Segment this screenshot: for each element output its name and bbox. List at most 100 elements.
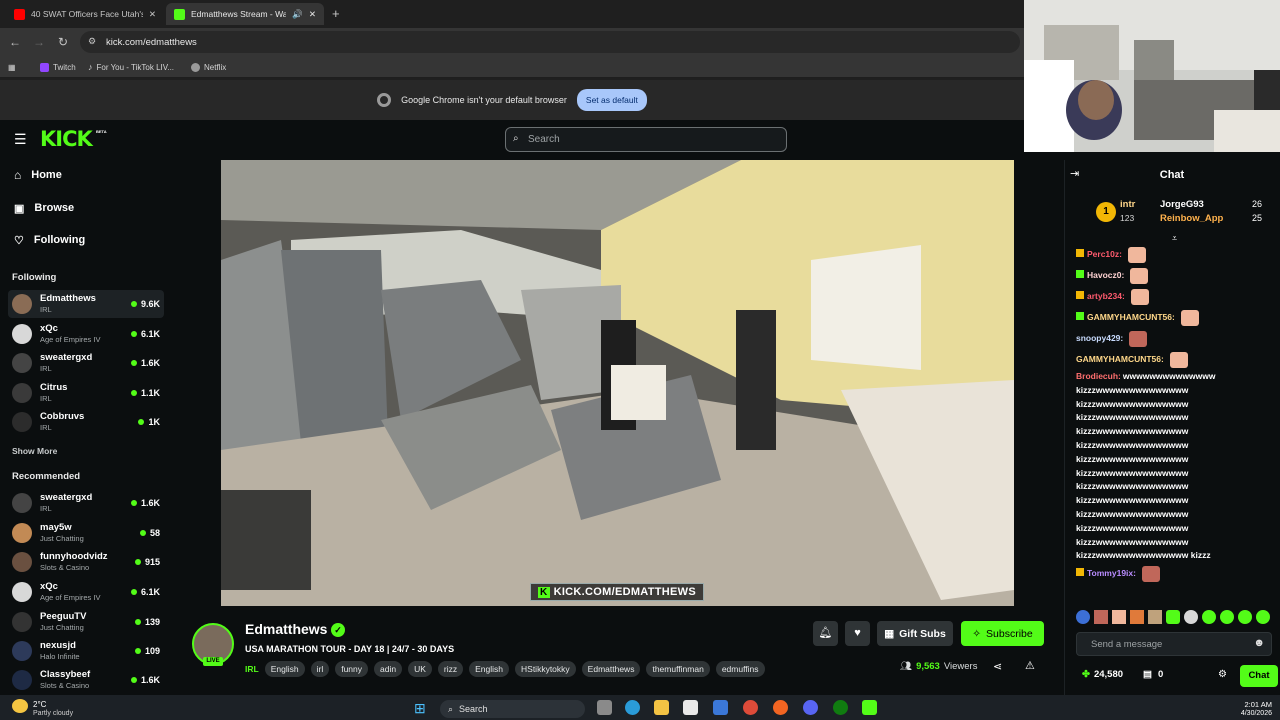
mail-icon[interactable] [713,700,728,715]
clock-date[interactable]: 4/30/2026 [1232,710,1272,717]
emoji-picker-icon[interactable]: ☻ [1253,637,1265,649]
reload-button[interactable]: ↻ [55,34,71,50]
emote-icon[interactable] [1148,610,1162,624]
emote-icon[interactable] [1238,610,1252,624]
recommended-channel[interactable]: PeeguuTV Just Chatting 139 [8,608,164,636]
channel-points[interactable]: ✤ 24,580 [1082,669,1123,680]
leader-name[interactable]: intr [1120,199,1135,210]
nav-browse[interactable]: ▣ Browse [14,198,74,218]
chat-username[interactable]: GAMMYHAMCUNT56: [1087,312,1175,322]
chat-username[interactable]: GAMMYHAMCUNT56: [1076,354,1164,364]
windows-start-icon[interactable]: ⊞ [414,700,430,716]
show-more-link[interactable]: Show More [12,446,57,456]
emote-icon[interactable] [1202,610,1216,624]
emote-icon[interactable] [1076,610,1090,624]
recommended-channel[interactable]: may5w Just Chatting 58 [8,519,164,547]
follow-button[interactable]: ♥ [845,621,870,646]
recommended-channel[interactable]: nexusjd Halo Infinite 109 [8,637,164,665]
tag[interactable]: themuffinman [646,661,710,677]
expand-leaderboard-icon[interactable]: ⩡ [1172,233,1177,244]
tag[interactable]: funny [335,661,368,677]
kick-app-icon[interactable] [862,700,877,715]
following-channel[interactable]: Cobbruvs IRL 1K [8,408,164,436]
chat-username[interactable]: Tommy19ix: [1087,568,1136,578]
apps-icon[interactable]: ▦ [8,60,16,74]
bookmark-twitch[interactable]: Twitch [40,60,76,74]
store-icon[interactable] [683,700,698,715]
following-channel[interactable]: xQc Age of Empires IV 6.1K [8,320,164,348]
recommended-channel[interactable]: Classybeef Slots & Casino 1.6K [8,666,164,694]
xbox-icon[interactable] [833,700,848,715]
recommended-channel[interactable]: funnyhoodvidz Slots & Casino 915 [8,548,164,576]
emote-icon[interactable] [1256,610,1270,624]
emote-icon[interactable] [1220,610,1234,624]
tag[interactable]: UK [408,661,432,677]
channel-name: nexusjd [40,640,76,651]
back-button[interactable]: ← [7,34,23,50]
tag[interactable]: irl [310,661,330,677]
leader-name[interactable]: JorgeG93 [1160,199,1204,210]
send-chat-button[interactable]: Chat [1240,665,1278,687]
chrome-taskbar-icon[interactable] [743,700,758,715]
tag[interactable]: English [469,661,510,677]
recommended-channel[interactable]: sweatergxd IRL 1.6K [8,489,164,517]
audio-icon[interactable]: 🔊 [292,9,303,20]
nav-home[interactable]: ⌂ Home [14,165,62,185]
tag[interactable]: edmuffins [715,661,765,677]
drops-indicator[interactable]: ▤ 0 [1143,669,1163,680]
set-default-button[interactable]: Set as default [576,89,647,111]
tag[interactable]: adin [374,661,403,677]
leader-name[interactable]: Reinbow_App [1160,213,1223,224]
chat-input[interactable]: Send a message ☻ [1076,632,1272,656]
tag[interactable]: English [264,661,305,677]
recommended-channel[interactable]: xQc Age of Empires IV 6.1K [8,578,164,606]
following-channel[interactable]: Edmatthews IRL 9.6K [8,290,164,318]
gift-subs-button[interactable]: ▦ Gift Subs [877,621,953,646]
site-info-icon[interactable]: ⚙ [88,36,96,47]
emote-icon[interactable] [1166,610,1180,624]
emote-icon[interactable] [1184,610,1198,624]
emote-icon[interactable] [1112,610,1126,624]
clock-time[interactable]: 2:01 AM [1238,700,1272,709]
address-bar[interactable]: ⚙ kick.com/edmatthews [80,31,1020,53]
menu-icon[interactable]: ☰ [14,131,27,148]
close-icon[interactable]: ✕ [309,9,316,20]
task-view-icon[interactable] [597,700,612,715]
bookmark-tiktok[interactable]: ♪ For You - TikTok LIV... [88,60,174,74]
share-icon[interactable]: ⋖ [993,660,1002,673]
tab-youtube[interactable]: 40 SWAT Officers Face Utah's D ✕ [6,3,164,25]
emote-icon[interactable] [1094,610,1108,624]
bookmark-netflix[interactable]: Netflix [191,60,226,74]
tag[interactable]: rizz [437,661,464,677]
following-channel[interactable]: Citrus IRL 1.1K [8,379,164,407]
search-input[interactable]: ⌕ Search [505,127,787,152]
edge-icon[interactable] [625,700,640,715]
following-channel[interactable]: sweatergxd IRL 1.6K [8,349,164,377]
forward-button[interactable]: → [31,34,47,50]
weather-icon[interactable] [12,699,28,713]
category-link[interactable]: IRL [245,661,259,677]
chat-username[interactable]: artyb234: [1087,291,1125,301]
chat-username[interactable]: Brodiecuh: [1076,371,1121,381]
discord-icon[interactable] [803,700,818,715]
chat-settings-icon[interactable]: ⚙ [1218,669,1227,680]
new-tab-button[interactable]: + [332,6,340,21]
subscribe-button[interactable]: ✧ Subscribe [961,621,1044,646]
emote-icon[interactable] [1130,610,1144,624]
streamer-name[interactable]: Edmatthews [245,621,327,637]
tab-kick[interactable]: Edmatthews Stream - Watch 🔊 ✕ [166,3,324,25]
taskbar-search[interactable]: ⌕ Search [440,700,585,718]
notification-bell-button[interactable]: 🔔︎ [813,621,838,646]
tag[interactable]: HStikkytokky [515,661,576,677]
file-explorer-icon[interactable] [654,700,669,715]
kick-logo[interactable]: KICK [40,127,93,151]
video-player[interactable] [221,160,1014,606]
soundcloud-icon[interactable] [773,700,788,715]
close-icon[interactable]: ✕ [149,9,156,20]
chat-username[interactable]: snoopy429: [1076,333,1123,343]
report-icon[interactable]: ⚠ [1025,659,1035,672]
tag[interactable]: Edmatthews [581,661,641,677]
chat-username[interactable]: Havocz0: [1087,270,1124,280]
chat-username[interactable]: Perc10z: [1087,249,1122,259]
nav-following[interactable]: ♡ Following [14,230,85,250]
